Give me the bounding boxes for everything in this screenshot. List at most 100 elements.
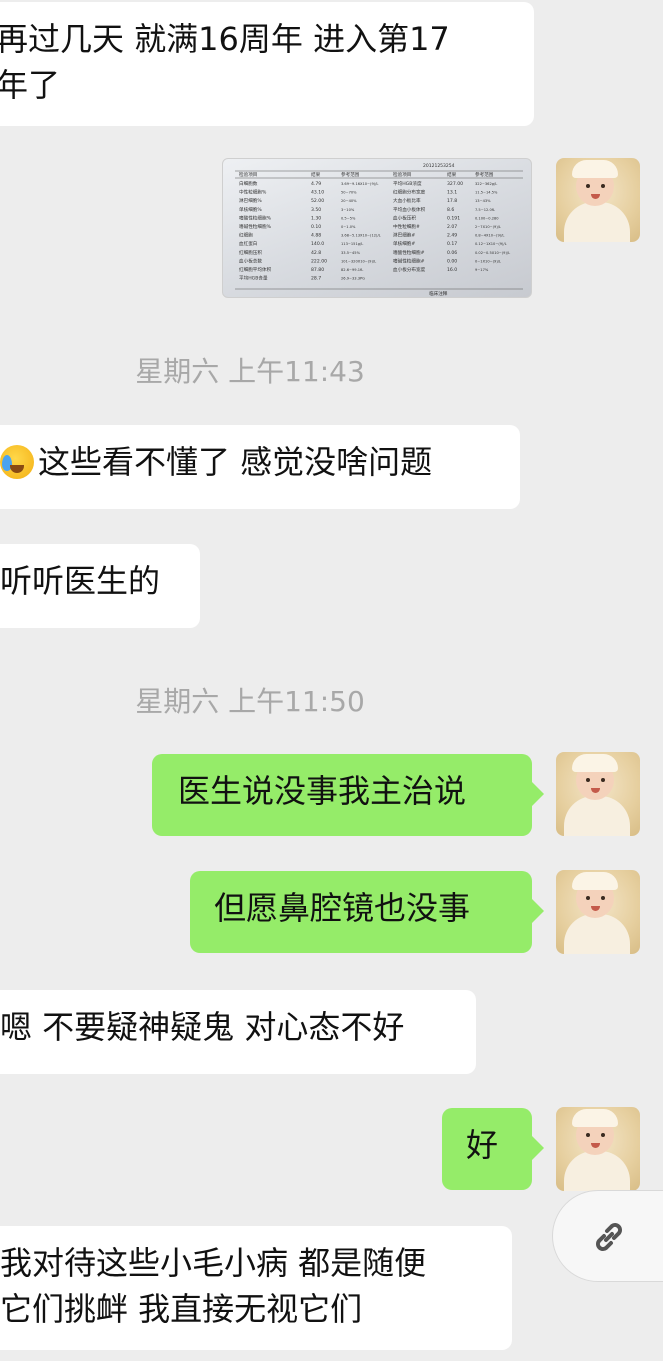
report-header: 结果 — [311, 171, 321, 178]
report-cell: 嗜酸性粒细胞% — [239, 214, 272, 221]
report-cell: 13.1 — [447, 190, 457, 196]
report-cell: 0.17 — [447, 241, 457, 247]
report-header: 检验项目 — [393, 171, 411, 178]
message-bubble-sent[interactable]: 但愿鼻腔镜也没事 — [190, 871, 544, 953]
message-bubble-received[interactable]: 我对待这些小毛小病 都是随便 它们挑衅 我直接无视它们 — [0, 1226, 512, 1350]
report-cell: 嗜碱性粒细胞% — [239, 223, 272, 230]
message-text: 听听医生的 — [0, 562, 161, 600]
crying-laughing-face-icon — [0, 445, 34, 479]
message-bubble-received[interactable]: 听听医生的 — [0, 544, 200, 628]
report-footer-label: 临床注释 — [429, 290, 448, 297]
report-cell: 红细胞平均体积 — [239, 266, 272, 273]
report-cell: 3.50 — [311, 207, 321, 213]
report-cell: 红细胞 — [239, 232, 253, 239]
report-cell: 平均血小板体积 — [393, 206, 426, 213]
report-cell: 2.49 — [447, 233, 457, 239]
lab-report-image[interactable]: 20121253254 检验项目 结果 参考范围 检验项目 结果 参考范围 白细胞数 4.79 3… — [222, 158, 532, 298]
message-text-line: 我对待这些小毛小病 都是随便 — [0, 1244, 427, 1282]
baby-eye — [601, 778, 605, 782]
message-bubble-received[interactable]: 再过几天 就满16周年 进入第17 年了 — [0, 2, 534, 126]
report-cell: 0.10 — [311, 224, 321, 230]
report-cell: 血红蛋白 — [239, 240, 257, 247]
baby-eye — [601, 896, 605, 900]
baby-eye — [586, 1133, 590, 1137]
message-text-line: 年了 — [0, 66, 61, 104]
report-cell: 0.00 — [447, 258, 457, 264]
message-bubble-sent[interactable]: 好 — [442, 1108, 544, 1190]
report-cell: 52.00 — [311, 198, 324, 204]
report-footer-date: 2020-12-12 11:45 — [459, 297, 497, 298]
report-cell: 0.06 — [447, 250, 457, 256]
report-cell: 3~10% — [341, 208, 355, 212]
baby-eye — [586, 778, 590, 782]
report-cell: 0.5~5% — [341, 216, 356, 220]
report-cell: 血小板分布宽度 — [393, 266, 426, 273]
report-cell: 43.10 — [311, 190, 324, 196]
report-cell: 13~43% — [475, 199, 491, 203]
baby-eye — [601, 1133, 605, 1137]
message-bubble-received[interactable]: 这些看不懂了 感觉没啥问题 — [0, 425, 520, 509]
report-cell: 33.5~45% — [341, 251, 361, 255]
report-cell: 0.12~1X10~(9)/L — [475, 242, 507, 246]
report-cell: 28.7 — [311, 276, 321, 282]
baby-avatar-icon — [564, 202, 630, 242]
message-text: 这些看不懂了 感觉没啥问题 — [38, 443, 433, 481]
avatar[interactable] — [556, 158, 640, 242]
report-cell: 0~1X10~(9)/L — [475, 259, 501, 263]
report-cell: 101~320X10~(9)/L — [341, 259, 376, 263]
report-cell: 42.8 — [311, 250, 321, 256]
message-text: 但愿鼻腔镜也没事 — [214, 889, 471, 927]
report-cell: 淋巴细胞# — [393, 232, 415, 239]
report-cell: 中性粒细胞% — [239, 189, 267, 196]
report-cell: 平均HGB浓度 — [393, 180, 422, 187]
report-cell: 2.07 — [447, 224, 457, 230]
report-sample-number: 20121253254 — [423, 163, 455, 169]
baby-hat — [572, 1109, 618, 1127]
report-cell: 血小板压积 — [393, 214, 416, 221]
report-cell: 嗜碱性粒细胞# — [393, 257, 425, 264]
message-timestamp: 星期六 上午11:43 — [135, 355, 365, 388]
message-text: 医生说没事我主治说 — [178, 772, 467, 810]
report-cell: 1.30 — [311, 215, 321, 221]
report-header: 参考范围 — [341, 171, 360, 178]
report-header: 检验项目 — [239, 171, 257, 178]
report-cell: 140.0 — [311, 241, 324, 247]
report-cell: 红细胞压积 — [239, 249, 262, 256]
baby-hat — [572, 160, 618, 178]
report-cell: 82.6~99.1fL — [341, 268, 363, 272]
report-cell: 87.80 — [311, 267, 324, 273]
report-cell: 大血小板比率 — [393, 197, 421, 204]
report-cell: 3.69~9.16X10~(9)/L — [341, 182, 378, 186]
avatar[interactable] — [556, 752, 640, 836]
link-icon — [596, 1223, 622, 1251]
avatar[interactable] — [556, 1107, 640, 1191]
report-cell: 0.100~0.280 — [475, 216, 499, 220]
message-timestamp: 星期六 上午11:50 — [135, 685, 365, 718]
baby-body — [564, 796, 630, 836]
report-cell: 327.00 — [447, 181, 463, 187]
report-cell: 8.6 — [447, 207, 454, 213]
message-text-line: 它们挑衅 我直接无视它们 — [0, 1290, 363, 1328]
report-cell: 222.00 — [311, 258, 327, 264]
baby-eye — [601, 184, 605, 188]
link-button[interactable] — [552, 1190, 663, 1282]
report-cell: 白细胞数 — [239, 180, 258, 187]
baby-hat — [572, 872, 618, 890]
baby-eye — [586, 896, 590, 900]
report-cell: 血小板总数 — [239, 257, 262, 264]
report-cell: 0.8~4X10~(9)/L — [475, 234, 504, 238]
report-header: 参考范围 — [475, 171, 494, 178]
message-bubble-sent[interactable]: 医生说没事我主治说 — [152, 754, 544, 836]
report-cell: 单核细胞% — [239, 206, 262, 213]
report-cell: 20~40% — [341, 199, 357, 203]
report-cell: 4.88 — [311, 233, 321, 239]
message-text-line: 再过几天 就满16周年 进入第17 — [0, 20, 450, 58]
report-cell: 平均HGB含量 — [239, 275, 268, 282]
baby-eye — [586, 184, 590, 188]
report-cell: 7.5~12.0fL — [475, 208, 495, 212]
message-bubble-received[interactable]: 嗯 不要疑神疑鬼 对心态不好 — [0, 990, 476, 1074]
avatar[interactable] — [556, 870, 640, 954]
report-cell: 0~1.0% — [341, 225, 356, 229]
report-cell: 0.191 — [447, 215, 460, 221]
baby-body — [564, 914, 630, 954]
